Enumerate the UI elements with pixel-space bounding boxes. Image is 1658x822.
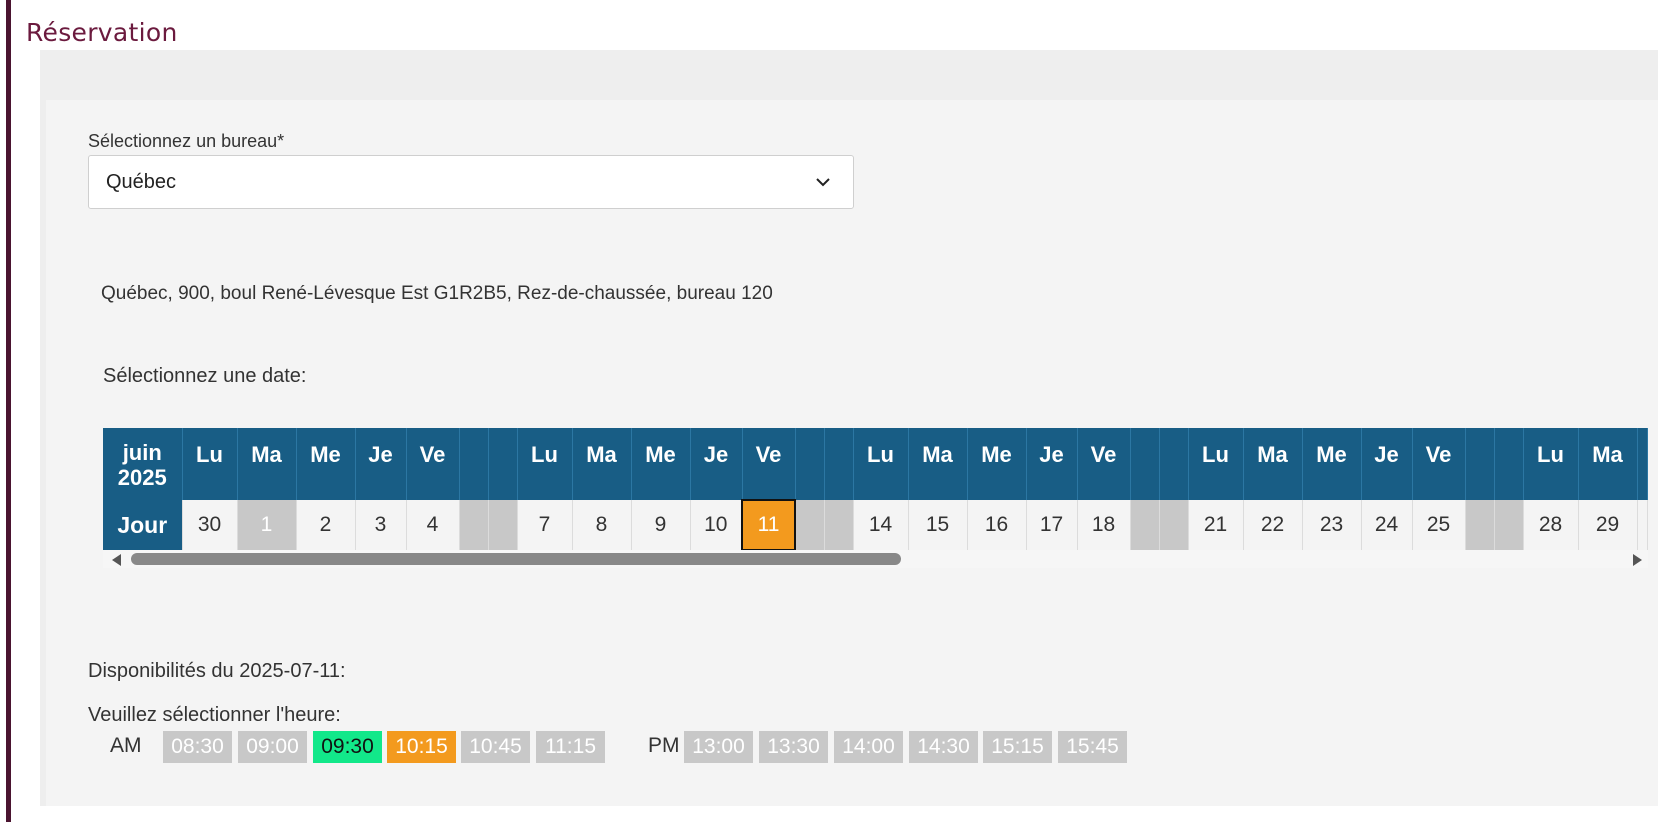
calendar-weekday-header: Lu <box>182 428 238 500</box>
calendar-day-selected[interactable]: 11 <box>741 499 796 551</box>
calendar-day-weekend <box>488 500 518 550</box>
scrollbar-thumb[interactable] <box>131 553 901 565</box>
calendar-table: juin 2025 Lu Ma Me Je Ve Lu Ma Me Je Ve Lu Ma Me Je Ve… <box>103 428 1648 551</box>
calendar-days-row: Jour 30 1 2 3 4 7 8 9 10 11 14 15 16 17 18 21 22 23 24 25 28… <box>103 499 1648 551</box>
page-title: Réservation <box>26 18 178 47</box>
calendar-weekday-header: Ma <box>572 428 632 500</box>
calendar-header-row: juin 2025 Lu Ma Me Je Ve Lu Ma Me Je Ve Lu Ma Me Je Ve… <box>103 428 1648 500</box>
calendar-day: 1 <box>237 500 297 550</box>
calendar-weekday-header: Ma <box>908 428 968 500</box>
time-slot-0930[interactable]: 09:30 <box>313 731 382 763</box>
time-select-prompt: Veuillez sélectionner l'heure: <box>88 704 341 726</box>
office-select[interactable]: Québec <box>88 155 854 209</box>
calendar-weekend-header <box>1159 428 1189 500</box>
office-select-value: Québec <box>106 171 177 193</box>
am-label: AM <box>110 734 142 757</box>
calendar-weekend-header <box>459 428 489 500</box>
calendar-weekend-header <box>488 428 518 500</box>
time-slot-1045: 10:45 <box>461 731 530 763</box>
time-slot-1015[interactable]: 10:15 <box>387 731 456 763</box>
left-accent-bar <box>6 0 11 822</box>
calendar-day[interactable]: 21 <box>1188 500 1244 550</box>
chevron-down-icon <box>816 178 830 187</box>
time-slot-1330: 13:30 <box>759 731 828 763</box>
calendar-weekday-header: Me <box>967 428 1027 500</box>
calendar-day[interactable]: 8 <box>572 500 632 550</box>
calendar-weekend-header <box>1494 428 1524 500</box>
calendar-day[interactable]: 3 <box>355 500 407 550</box>
office-select-label: Sélectionnez un bureau* <box>88 131 285 151</box>
calendar-day[interactable]: 9 <box>631 500 691 550</box>
calendar-weekday-header: Ma <box>1243 428 1303 500</box>
time-slot-1545: 15:45 <box>1058 731 1127 763</box>
calendar-weekend-header <box>824 428 854 500</box>
calendar-weekday-header: Ma <box>1578 428 1638 500</box>
calendar-weekday-header: Lu <box>1523 428 1579 500</box>
calendar-weekday-header: Ve <box>1077 428 1131 500</box>
time-slot-0900: 09:00 <box>238 731 307 763</box>
calendar-month: juin <box>122 440 162 465</box>
calendar-day[interactable]: 29 <box>1578 500 1638 550</box>
calendar-day-weekend <box>459 500 489 550</box>
calendar-weekday-header: Lu <box>517 428 573 500</box>
calendar-day[interactable]: 14 <box>853 500 909 550</box>
time-slot-1400: 14:00 <box>834 731 903 763</box>
calendar-day[interactable]: 24 <box>1361 500 1413 550</box>
calendar-day-weekend <box>1130 500 1160 550</box>
availability-title: Disponibilités du 2025-07-11: <box>88 660 346 682</box>
date-select-label: Sélectionnez une date: <box>103 365 307 387</box>
calendar-weekday-header: Ve <box>406 428 460 500</box>
calendar-weekday-header: Je <box>355 428 407 500</box>
calendar-weekend-header <box>1130 428 1160 500</box>
time-slot-1300: 13:00 <box>684 731 753 763</box>
calendar-day[interactable]: 2 <box>296 500 356 550</box>
time-slot-1515: 15:15 <box>983 731 1052 763</box>
calendar-day-weekend <box>1494 500 1524 550</box>
calendar-day[interactable]: 30 <box>182 500 238 550</box>
pm-label: PM <box>648 734 680 757</box>
calendar-weekday-header: Je <box>690 428 743 500</box>
calendar-month-header: juin 2025 <box>103 428 183 500</box>
scroll-left-arrow-icon[interactable] <box>112 554 121 566</box>
calendar-horizontal-scrollbar[interactable] <box>103 550 1648 568</box>
calendar-weekday-header: Ve <box>1412 428 1466 500</box>
calendar-weekday-header: Lu <box>1188 428 1244 500</box>
calendar-weekday-header: Lu <box>853 428 909 500</box>
time-slot-1115: 11:15 <box>536 731 605 763</box>
calendar-weekday-header: Ve <box>742 428 796 500</box>
calendar-weekend-header <box>795 428 825 500</box>
calendar-day[interactable]: 7 <box>517 500 573 550</box>
calendar-weekend-header <box>1465 428 1495 500</box>
calendar-day[interactable] <box>1637 500 1648 550</box>
calendar-day[interactable]: 17 <box>1026 500 1078 550</box>
time-slot-1430: 14:30 <box>909 731 978 763</box>
calendar-day-weekend <box>1159 500 1189 550</box>
calendar-day[interactable]: 15 <box>908 500 968 550</box>
calendar-day[interactable]: 22 <box>1243 500 1303 550</box>
calendar-day[interactable]: 23 <box>1302 500 1362 550</box>
calendar-day-weekend <box>824 500 854 550</box>
calendar-weekday-header: Me <box>631 428 691 500</box>
calendar-day[interactable]: 16 <box>967 500 1027 550</box>
calendar-weekday-header: Me <box>1302 428 1362 500</box>
calendar-year: 2025 <box>117 465 167 490</box>
calendar-weekend-header <box>1637 428 1648 500</box>
calendar-weekday-header: Je <box>1026 428 1078 500</box>
date-calendar: juin 2025 Lu Ma Me Je Ve Lu Ma Me Je Ve Lu Ma Me Je Ve… <box>103 428 1648 568</box>
calendar-day[interactable]: 25 <box>1412 500 1466 550</box>
calendar-row-label: Jour <box>103 500 183 550</box>
time-slot-0830: 08:30 <box>163 731 232 763</box>
office-address: Québec, 900, boul René-Lévesque Est G1R2… <box>101 283 773 304</box>
calendar-weekday-header: Ma <box>237 428 297 500</box>
calendar-day[interactable]: 4 <box>406 500 460 550</box>
calendar-day-weekend <box>1465 500 1495 550</box>
calendar-day[interactable]: 10 <box>690 500 743 550</box>
calendar-weekday-header: Me <box>296 428 356 500</box>
calendar-day-weekend <box>795 500 825 550</box>
scroll-right-arrow-icon[interactable] <box>1633 554 1642 566</box>
calendar-weekday-header: Je <box>1361 428 1413 500</box>
calendar-day[interactable]: 28 <box>1523 500 1579 550</box>
calendar-day[interactable]: 18 <box>1077 500 1131 550</box>
